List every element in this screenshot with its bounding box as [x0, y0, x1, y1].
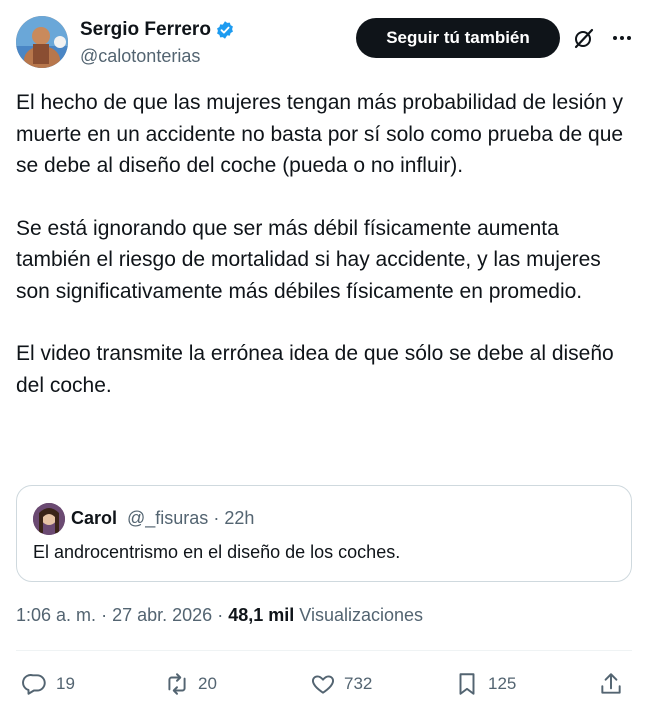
tweet-paragraph: Se está ignorando que ser más débil físi… — [16, 216, 601, 303]
meta-separator: · — [101, 605, 108, 625]
reply-icon — [22, 674, 46, 695]
author-avatar[interactable] — [16, 16, 68, 68]
repost-button[interactable]: 20 — [164, 664, 217, 704]
views-count: 48,1 mil — [228, 605, 295, 625]
heart-icon — [312, 675, 334, 694]
quoted-text: El androcentrismo en el diseño de los co… — [33, 542, 401, 562]
bookmark-button[interactable]: 125 — [454, 664, 516, 704]
bookmark-icon — [459, 673, 475, 695]
share-icon — [601, 673, 621, 694]
share-button[interactable] — [598, 664, 624, 704]
author-name-row: Sergio Ferrero — [80, 19, 235, 41]
reply-count: 19 — [56, 674, 75, 693]
action-bar: 19 20 732 125 — [16, 664, 632, 704]
views-label: Visualizaciones — [299, 605, 424, 625]
tweet-paragraph: El video transmite la errónea idea de qu… — [16, 342, 614, 397]
quoted-handle: @_fisuras — [127, 508, 209, 528]
like-count: 732 — [344, 674, 373, 693]
quoted-separator: · — [213, 508, 220, 528]
tweet-meta: 1:06 a. m. · 27 abr. 2026 · 48,1 mil Vis… — [16, 605, 423, 626]
meta-separator: · — [217, 605, 224, 625]
verified-badge-icon[interactable] — [215, 20, 235, 40]
quoted-author-avatar — [33, 503, 65, 535]
quoted-meta: @_fisuras · 22h — [127, 508, 254, 529]
quoted-tweet[interactable]: Carol @_fisuras · 22h El androcentrismo … — [16, 485, 632, 582]
tweet-header: Sergio Ferrero @calotonterias Seguir tú … — [16, 16, 632, 70]
grok-icon[interactable] — [572, 26, 596, 50]
quoted-author-name: Carol — [71, 508, 118, 528]
repost-icon — [168, 673, 186, 695]
reply-button[interactable]: 19 — [22, 664, 75, 704]
author-display-name[interactable]: Sergio Ferrero — [80, 19, 211, 41]
author-handle[interactable]: @calotonterias — [80, 46, 200, 67]
more-icon[interactable] — [610, 26, 634, 50]
tweet-text: El hecho de que las mujeres tengan más p… — [16, 87, 628, 401]
repost-count: 20 — [198, 674, 217, 693]
bookmark-count: 125 — [488, 674, 517, 693]
follow-button[interactable]: Seguir tú también — [356, 18, 560, 58]
tweet-date[interactable]: 27 abr. 2026 — [112, 605, 212, 625]
tweet-time[interactable]: 1:06 a. m. — [16, 605, 96, 625]
tweet-paragraph: El hecho de que las mujeres tengan más p… — [16, 91, 624, 177]
quoted-time: 22h — [224, 508, 255, 528]
actions-divider — [16, 650, 632, 651]
like-button[interactable]: 732 — [310, 664, 372, 704]
